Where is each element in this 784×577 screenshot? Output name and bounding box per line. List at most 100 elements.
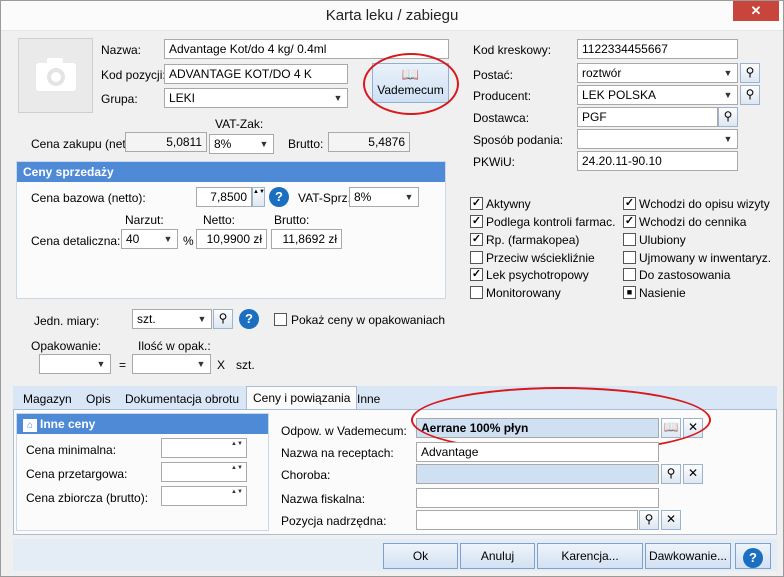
pkwiu-label: PKWiU: (473, 155, 515, 169)
pkwiu-input[interactable]: 24.20.11-90.10 (577, 151, 738, 171)
pokaz-ceny-label: Pokaż ceny w opakowaniach (291, 313, 446, 327)
ulubiony-checkbox[interactable] (623, 233, 636, 246)
rp-farmakopea-checkbox[interactable]: ✓ (470, 233, 483, 246)
postac-select[interactable]: roztwór ▼ (577, 63, 738, 83)
help-icon: ? (743, 548, 763, 568)
search-icon[interactable]: ⚲ (639, 510, 659, 530)
do-zastosowania-checkbox[interactable] (623, 268, 636, 281)
do-zastosowania-label: Do zastosowania (639, 268, 731, 282)
annotation-ellipse (363, 53, 459, 115)
jedn-miary-label: Jedn. miary: (34, 314, 100, 328)
sposob-podania-select[interactable]: ▼ (577, 129, 738, 149)
chevron-down-icon: ▼ (333, 93, 343, 103)
pokaz-ceny-checkbox[interactable] (274, 313, 287, 326)
netto-label: Netto: (203, 213, 236, 227)
kod-kreskowy-label: Kod kreskowy: (473, 43, 552, 57)
vat-zak-select[interactable]: 8% ▼ (209, 134, 274, 154)
pozycja-nadrzedna-input[interactable] (416, 510, 638, 530)
nazwa-recepty-label: Nazwa na receptach: (281, 446, 394, 460)
times-sign: X (217, 358, 226, 372)
search-icon[interactable]: ⚲ (740, 85, 760, 105)
grupa-label: Grupa: (101, 92, 138, 106)
odpow-vademecum-label: Odpow. w Vademecum: (281, 424, 407, 438)
szt-label: szt. (236, 358, 255, 372)
cena-zbiorcza-input[interactable]: ▲▼ (161, 486, 247, 506)
lek-psychotropowy-label: Lek psychotropowy (486, 268, 589, 282)
cena-detaliczna-label: Cena detaliczna: (31, 234, 121, 248)
nasienie-checkbox[interactable]: ■ (623, 286, 636, 299)
cena-minimalna-input[interactable]: ▲▼ (161, 438, 247, 458)
nasienie-label: Nasienie (639, 286, 686, 300)
kontrola-farmac-checkbox[interactable]: ✓ (470, 215, 483, 228)
cena-przetargowa-input[interactable]: ▲▼ (161, 462, 247, 482)
clear-icon[interactable]: ✕ (661, 510, 681, 530)
cena-bazowa-label: Cena bazowa (netto): (31, 191, 146, 205)
cena-przetargowa-label: Cena przetargowa: (26, 467, 128, 481)
lek-psychotropowy-checkbox[interactable]: ✓ (470, 268, 483, 281)
spin-icon[interactable]: ▲▼ (252, 187, 265, 207)
tab-inne[interactable]: Inne (351, 390, 386, 408)
cena-bazowa-input[interactable]: 7,8500 (196, 187, 252, 207)
opis-wizyty-checkbox[interactable]: ✓ (623, 197, 636, 210)
search-icon[interactable]: ⚲ (740, 63, 760, 83)
search-icon[interactable]: ⚲ (661, 464, 681, 484)
dostawca-input[interactable]: PGF (577, 107, 718, 127)
cennik-label: Wchodzi do cennika (639, 215, 747, 229)
chevron-down-icon: ▼ (96, 359, 106, 369)
help-button[interactable]: ? (735, 543, 771, 569)
ilosc-select[interactable]: ▼ (132, 354, 211, 374)
brutto-detal-input[interactable]: 11,8692 zł (271, 229, 342, 249)
button-bar: Ok Anuluj Karencja... Dawkowanie... ? (13, 539, 777, 571)
product-photo[interactable] (18, 38, 93, 113)
karencja-button[interactable]: Karencja... (537, 543, 643, 569)
producent-select[interactable]: LEK POLSKA ▼ (577, 85, 738, 105)
narzut-select[interactable]: 40 ▼ (121, 229, 178, 249)
dialog-window: Karta leku / zabiegu ✕ Nazwa: Advantage … (0, 0, 784, 577)
vat-sprz-select[interactable]: 8% ▼ (349, 187, 419, 207)
tab-dokumentacja-obrotu[interactable]: Dokumentacja obrotu (119, 390, 245, 408)
vat-sprz-label: VAT-Sprz.: (298, 191, 355, 205)
nazwa-recepty-input[interactable]: Advantage (416, 442, 659, 462)
netto-input[interactable]: 10,9900 zł (196, 229, 267, 249)
dawkowanie-button[interactable]: Dawkowanie... (645, 543, 731, 569)
search-icon[interactable]: ⚲ (213, 309, 233, 329)
close-button[interactable]: ✕ (733, 1, 779, 21)
cena-zakupu-label: Cena zakupu (net): (31, 137, 134, 151)
cena-zakupu-input[interactable]: 5,0811 (125, 132, 207, 152)
home-icon: ⌂ (23, 419, 37, 432)
anuluj-button[interactable]: Anuluj (460, 543, 535, 569)
tab-ceny-i-powiazania[interactable]: Ceny i powiązania (246, 386, 358, 410)
tab-magazyn[interactable]: Magazyn (17, 390, 78, 408)
kontrola-farmac-label: Podlega kontroli farmac. (486, 215, 616, 229)
kod-pozycji-input[interactable]: ADVANTAGE KOT/DO 4 K (164, 64, 348, 84)
monitorowany-checkbox[interactable] (470, 286, 483, 299)
opakowanie-select[interactable]: ▼ (39, 354, 111, 374)
przeciw-wscieklizn-checkbox[interactable] (470, 251, 483, 264)
search-icon[interactable]: ⚲ (718, 107, 738, 127)
jedn-miary-value: szt. (137, 312, 156, 326)
narzut-label: Narzut: (125, 213, 164, 227)
brutto-label: Brutto: (274, 213, 310, 227)
camera-icon (36, 58, 76, 91)
clear-icon[interactable]: ✕ (683, 464, 703, 484)
choroba-label: Choroba: (281, 468, 331, 482)
help-icon[interactable]: ? (269, 187, 289, 207)
help-icon[interactable]: ? (239, 309, 259, 329)
chevron-down-icon: ▼ (196, 359, 206, 369)
brutto-input[interactable]: 5,4876 (328, 132, 410, 152)
tab-opis[interactable]: Opis (80, 390, 117, 408)
chevron-down-icon: ▼ (259, 139, 269, 149)
choroba-input[interactable] (416, 464, 659, 484)
narzut-value: 40 (126, 232, 140, 246)
inwentaryz-checkbox[interactable] (623, 251, 636, 264)
ok-button[interactable]: Ok (383, 543, 458, 569)
nazwa-fiskalna-input[interactable] (416, 488, 659, 508)
ilosc-label: Ilość w opak.: (138, 339, 211, 353)
title-bar: Karta leku / zabiegu ✕ (1, 1, 783, 31)
opakowanie-label: Opakowanie: (31, 339, 102, 353)
grupa-select[interactable]: LEKI ▼ (164, 88, 348, 108)
cennik-checkbox[interactable]: ✓ (623, 215, 636, 228)
aktywny-checkbox[interactable]: ✓ (470, 197, 483, 210)
jedn-miary-select[interactable]: szt. ▼ (132, 309, 212, 329)
kod-kreskowy-input[interactable]: 1122334455667 (577, 39, 738, 59)
